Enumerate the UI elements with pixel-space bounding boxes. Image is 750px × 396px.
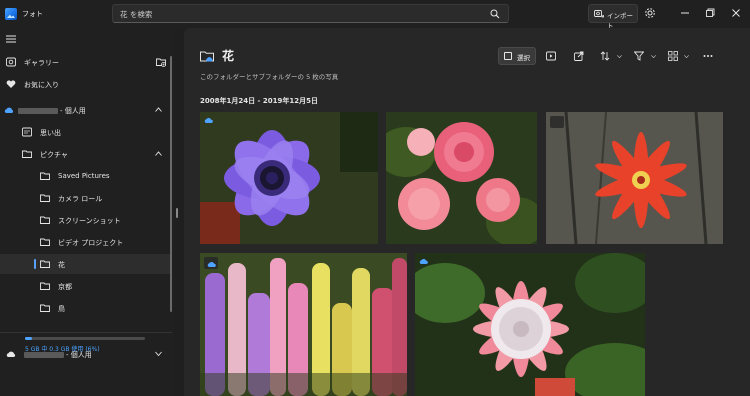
sidebar-item-camera-roll[interactable]: カメラ ロール — [0, 188, 172, 208]
photo-pink-roses[interactable] — [386, 112, 537, 244]
filter-icon[interactable] — [634, 51, 644, 61]
gear-icon[interactable] — [643, 6, 657, 20]
sidebar-resize-handle[interactable] — [176, 208, 178, 218]
photo-red-passion-flower[interactable] — [546, 112, 723, 244]
storage-usage-fill — [25, 337, 33, 340]
sidebar-item-pictures[interactable]: ピクチャ — [0, 144, 172, 164]
import-icon — [594, 10, 604, 18]
import-label: インポート — [607, 12, 633, 30]
photo-image — [415, 253, 645, 396]
cloud-sync-icon — [204, 118, 213, 123]
chevron-up-icon[interactable] — [155, 107, 162, 112]
onedrive-cloud-icon — [4, 107, 14, 113]
folder-icon — [40, 238, 50, 246]
search-icon[interactable] — [490, 9, 500, 19]
maximize-icon[interactable] — [703, 6, 717, 20]
sidebar-item-label: Saved Pictures — [58, 172, 110, 180]
date-range-header: 2008年1月24日 - 2019年12月5日 — [200, 97, 318, 105]
sidebar-item-video-projects[interactable]: ビデオ プロジェクト — [0, 232, 172, 252]
folder-icon — [40, 172, 50, 180]
sidebar-item-gallery[interactable]: ギャラリー — [0, 52, 172, 72]
folder-icon — [40, 194, 50, 202]
cloud-icon — [6, 351, 16, 357]
sidebar-item-screenshots[interactable]: スクリーンショット — [0, 210, 172, 230]
close-icon[interactable] — [729, 6, 743, 20]
cloud-sync-icon — [207, 262, 216, 267]
search-box[interactable]: 花 を検索 — [112, 4, 509, 23]
photo-image — [546, 112, 723, 244]
sidebar-item-flowers[interactable]: 花 — [0, 254, 172, 274]
folder-icon — [22, 150, 32, 158]
photo-purple-anemone[interactable] — [200, 112, 378, 244]
sidebar-item-kyoto[interactable]: 京都 — [0, 276, 172, 296]
page-subtitle: このフォルダーとサブフォルダーの 5 枚の写真 — [200, 73, 339, 81]
view-layout-icon[interactable] — [668, 51, 678, 61]
filter-chevron-down-icon[interactable] — [651, 55, 656, 58]
folder-cloud-icon — [200, 51, 214, 62]
sidebar-divider — [0, 332, 172, 333]
sidebar-item-label: 花 — [58, 261, 65, 269]
storage-usage-bar — [25, 337, 145, 340]
sidebar-item-label: ピクチャ — [40, 151, 68, 159]
page-title: 花 — [222, 49, 235, 63]
sidebar-item-label: カメラ ロール — [58, 195, 103, 203]
checkbox-icon — [504, 52, 512, 60]
storage-usage-text[interactable]: 5 GB 中 0.3 GB 使用 (6%) — [25, 344, 100, 353]
chevron-down-icon[interactable] — [155, 351, 162, 356]
photos-app-icon — [5, 8, 17, 20]
sidebar-item-favorites[interactable]: お気に入り — [0, 74, 172, 94]
sidebar: ギャラリー お気に入り - 個人用 思い出 ピクチャ Saved Picture… — [0, 28, 174, 396]
add-folder-icon[interactable] — [156, 57, 166, 67]
sort-icon[interactable] — [600, 51, 610, 61]
slideshow-icon[interactable] — [546, 51, 556, 61]
sidebar-item-saved-pictures[interactable]: Saved Pictures — [0, 166, 172, 186]
memories-icon — [22, 127, 32, 137]
folder-icon — [40, 282, 50, 290]
title-bar: フォト 花 を検索 インポート — [0, 0, 750, 30]
minimize-icon[interactable] — [678, 6, 692, 20]
app-title: フォト — [22, 10, 43, 18]
sidebar-item-onedrive-personal[interactable]: - 個人用 — [0, 100, 172, 120]
search-input[interactable]: 花 を検索 — [120, 9, 152, 20]
sidebar-scrollbar[interactable] — [170, 56, 172, 312]
selection-indicator — [34, 259, 36, 269]
photo-lupine-field[interactable] — [200, 253, 407, 396]
sort-chevron-down-icon[interactable] — [617, 55, 622, 58]
photo-protea[interactable] — [415, 253, 645, 396]
folder-icon — [40, 260, 50, 268]
sidebar-item-label: 京都 — [58, 283, 72, 291]
folder-icon — [40, 304, 50, 312]
sidebar-item-label: 鳥 — [58, 305, 65, 313]
sidebar-item-label: スクリーンショット — [58, 217, 121, 225]
select-button[interactable]: 選択 — [498, 47, 536, 65]
photo-image — [386, 112, 537, 244]
share-icon[interactable] — [574, 51, 584, 61]
photo-image — [200, 112, 378, 244]
heart-icon — [6, 80, 16, 88]
select-label: 選択 — [517, 54, 530, 62]
view-chevron-down-icon[interactable] — [684, 55, 689, 58]
sidebar-item-memories[interactable]: 思い出 — [0, 122, 172, 142]
gallery-icon — [6, 57, 16, 67]
more-options-icon[interactable] — [703, 51, 713, 61]
hamburger-menu-icon[interactable] — [6, 35, 16, 43]
sidebar-item-label: ギャラリー — [24, 59, 59, 67]
sidebar-item-label: 思い出 — [40, 129, 61, 137]
sidebar-item-birds[interactable]: 鳥 — [0, 298, 172, 318]
media-badge-icon — [550, 116, 564, 128]
photo-image — [200, 253, 407, 396]
onedrive-account-label: - 個人用 — [18, 106, 86, 116]
chevron-up-icon[interactable] — [155, 151, 162, 156]
sidebar-item-label: ビデオ プロジェクト — [58, 239, 124, 247]
import-button[interactable]: インポート — [588, 4, 638, 30]
cloud-sync-icon — [419, 259, 428, 264]
sidebar-item-label: お気に入り — [24, 81, 59, 89]
redacted-account-name — [18, 108, 58, 114]
folder-icon — [40, 216, 50, 224]
